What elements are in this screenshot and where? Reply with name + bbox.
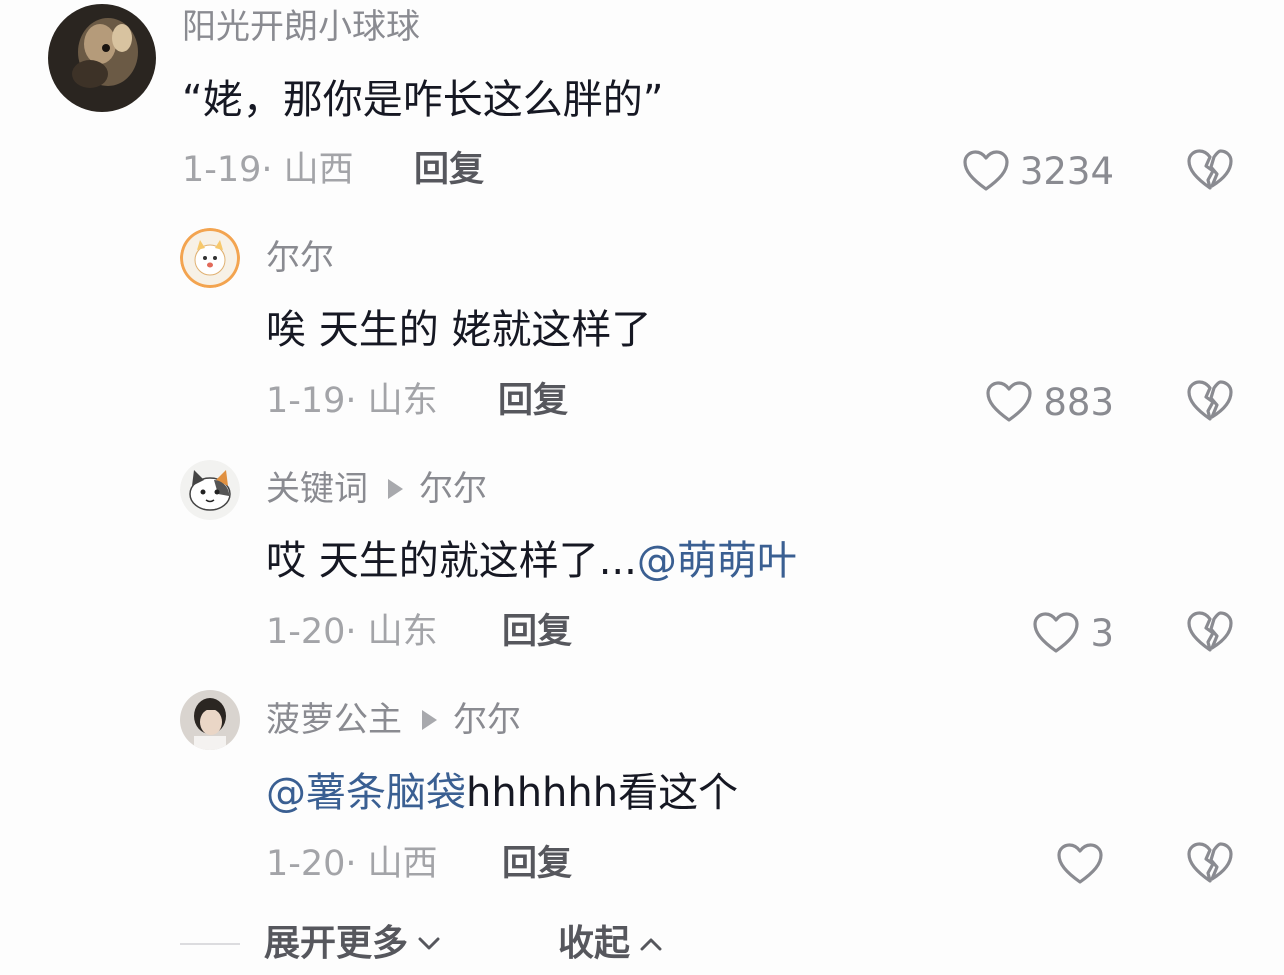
comment-meta: 1-19· 山西 [182,150,354,190]
like-count: 3 [1090,611,1114,655]
chevron-down-icon [418,937,440,950]
reply-to-name[interactable]: 尔尔 [453,703,521,737]
heart-outline-icon [963,150,1009,191]
heart-outline-icon [986,381,1032,422]
avatar[interactable] [180,690,240,750]
expand-more-label: 展开更多 [264,923,409,964]
expand-more-button[interactable]: 展开更多 [264,926,440,962]
comment-text: “姥，那你是咋长这么胖的” [182,77,664,123]
author-name[interactable]: 关键词 [266,472,368,506]
mention-link[interactable]: @萌萌叶 [637,538,797,584]
collapse-button[interactable]: 收起 [558,926,662,962]
dislike-button[interactable] [1186,841,1234,889]
like-button[interactable]: 883 [985,377,1114,427]
dislike-button[interactable] [1186,148,1234,196]
heart-outline-icon [1057,843,1103,884]
comment-author[interactable]: 关键词 尔尔 [266,472,487,506]
author-name[interactable]: 尔尔 [266,241,334,275]
comment-body: 哎 天生的就这样了... [266,538,637,584]
comment-body: hhhhhh看这个 [466,770,739,816]
collapse-label: 收起 [558,923,631,964]
comment-meta: 1-20· 山西 [266,844,438,884]
comment-author[interactable]: 尔尔 [266,241,334,275]
reply-to-name[interactable]: 尔尔 [419,472,487,506]
reply-button[interactable]: 回复 [502,847,572,882]
mention-link[interactable]: @薯条脑袋 [266,770,466,816]
triangle-right-icon [388,479,403,499]
comment-text: @薯条脑袋hhhhhh看这个 [266,773,738,813]
divider-line [180,943,240,945]
author-name[interactable]: 阳光开朗小球球 [182,10,420,44]
reply-button[interactable]: 回复 [414,153,484,188]
broken-heart-icon [1187,380,1233,421]
reply-button[interactable]: 回复 [502,615,572,650]
comment-author[interactable]: 阳光开朗小球球 [182,10,420,44]
like-count: 883 [1043,380,1114,424]
comment-author[interactable]: 菠萝公主 尔尔 [266,703,521,737]
like-button[interactable] [1056,839,1114,889]
comment-meta: 1-20· 山东 [266,612,438,652]
dislike-button[interactable] [1186,610,1234,658]
comment-text: 唉 天生的 姥就这样了 [266,307,652,353]
avatar[interactable] [180,460,240,520]
broken-heart-icon [1187,842,1233,883]
avatar[interactable] [180,228,240,288]
chevron-up-icon [640,938,662,951]
heart-outline-icon [1033,612,1080,653]
reply-button[interactable]: 回复 [498,384,568,419]
broken-heart-icon [1187,149,1233,190]
triangle-right-icon [422,710,437,730]
like-button[interactable]: 3 [1032,608,1114,658]
comment-meta: 1-19· 山东 [266,381,438,421]
like-button[interactable]: 3234 [962,146,1114,196]
like-count: 3234 [1019,149,1114,193]
author-name[interactable]: 菠萝公主 [266,703,402,737]
comment-text: 哎 天生的就这样了...@萌萌叶 [266,541,797,581]
broken-heart-icon [1187,611,1233,652]
dislike-button[interactable] [1186,379,1234,427]
avatar[interactable] [48,4,156,112]
